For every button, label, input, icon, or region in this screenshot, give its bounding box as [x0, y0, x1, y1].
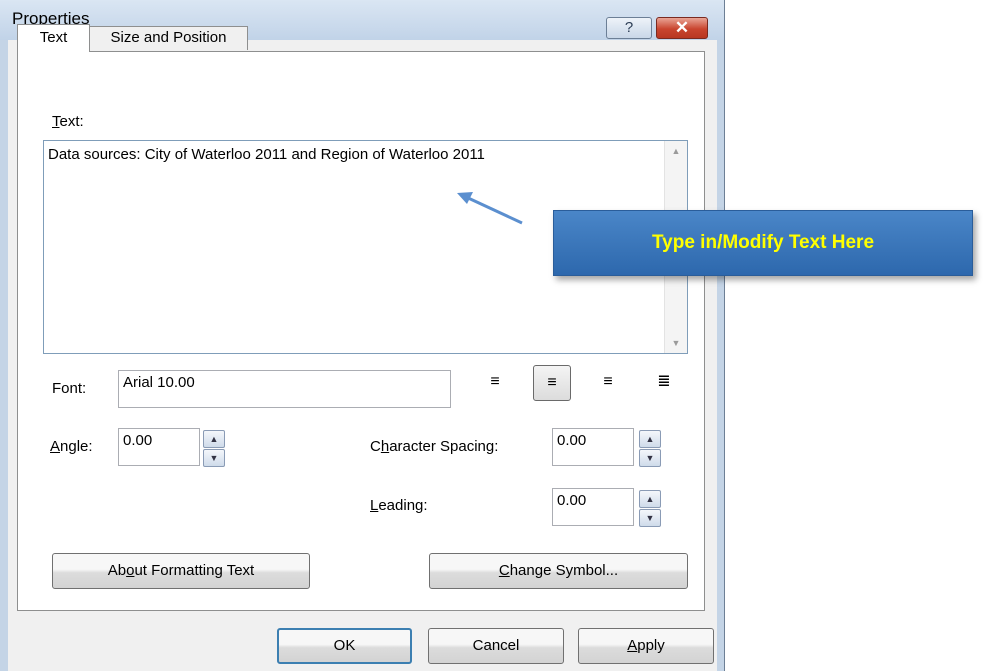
font-label: Font:	[52, 380, 87, 397]
tab-text[interactable]: Text	[17, 24, 90, 52]
align-center-button[interactable]: ≡	[533, 365, 571, 401]
scroll-down-arrow-icon[interactable]: ▼	[665, 333, 687, 353]
leading-spinner: ▲ ▼	[639, 490, 661, 528]
angle-label: Angle:	[50, 438, 93, 455]
cancel-button[interactable]: Cancel	[428, 628, 564, 664]
text-value: Data sources: City of Waterloo 2011 and …	[48, 146, 485, 163]
about-formatting-text-button[interactable]: About Formatting Text	[52, 553, 310, 589]
annotation-arrow-icon	[457, 192, 523, 225]
spin-down-icon[interactable]: ▼	[203, 449, 225, 467]
align-center-icon: ≡	[547, 374, 557, 391]
spin-up-icon[interactable]: ▲	[203, 430, 225, 448]
align-left-icon: ≡	[490, 373, 500, 390]
text-label: Text:	[52, 113, 84, 130]
align-right-icon: ≡	[603, 373, 613, 390]
align-justify-button[interactable]: ≣	[645, 365, 683, 401]
angle-field[interactable]: 0.00	[118, 428, 200, 466]
character-spacing-spinner: ▲ ▼	[639, 430, 661, 468]
annotation-callout: Type in/Modify Text Here	[553, 210, 973, 276]
spin-up-icon[interactable]: ▲	[639, 430, 661, 448]
scroll-up-arrow-icon[interactable]: ▲	[665, 141, 687, 161]
change-symbol-button[interactable]: Change Symbol...	[429, 553, 688, 589]
align-left-button[interactable]: ≡	[476, 365, 514, 401]
close-button[interactable]: ✕	[656, 17, 708, 39]
character-spacing-label: Character Spacing:	[370, 438, 499, 455]
apply-button[interactable]: Apply	[578, 628, 714, 664]
leading-label: Leading:	[370, 497, 428, 514]
font-field[interactable]: Arial 10.00	[118, 370, 451, 408]
align-right-button[interactable]: ≡	[589, 365, 627, 401]
leading-field[interactable]: 0.00	[552, 488, 634, 526]
ok-button[interactable]: OK	[277, 628, 412, 664]
character-spacing-field[interactable]: 0.00	[552, 428, 634, 466]
tab-size-and-position[interactable]: Size and Position	[89, 26, 248, 50]
spin-down-icon[interactable]: ▼	[639, 509, 661, 527]
spin-down-icon[interactable]: ▼	[639, 449, 661, 467]
align-justify-icon: ≣	[657, 373, 671, 390]
help-button[interactable]: ?	[606, 17, 652, 39]
angle-spinner: ▲ ▼	[203, 430, 225, 468]
spin-up-icon[interactable]: ▲	[639, 490, 661, 508]
